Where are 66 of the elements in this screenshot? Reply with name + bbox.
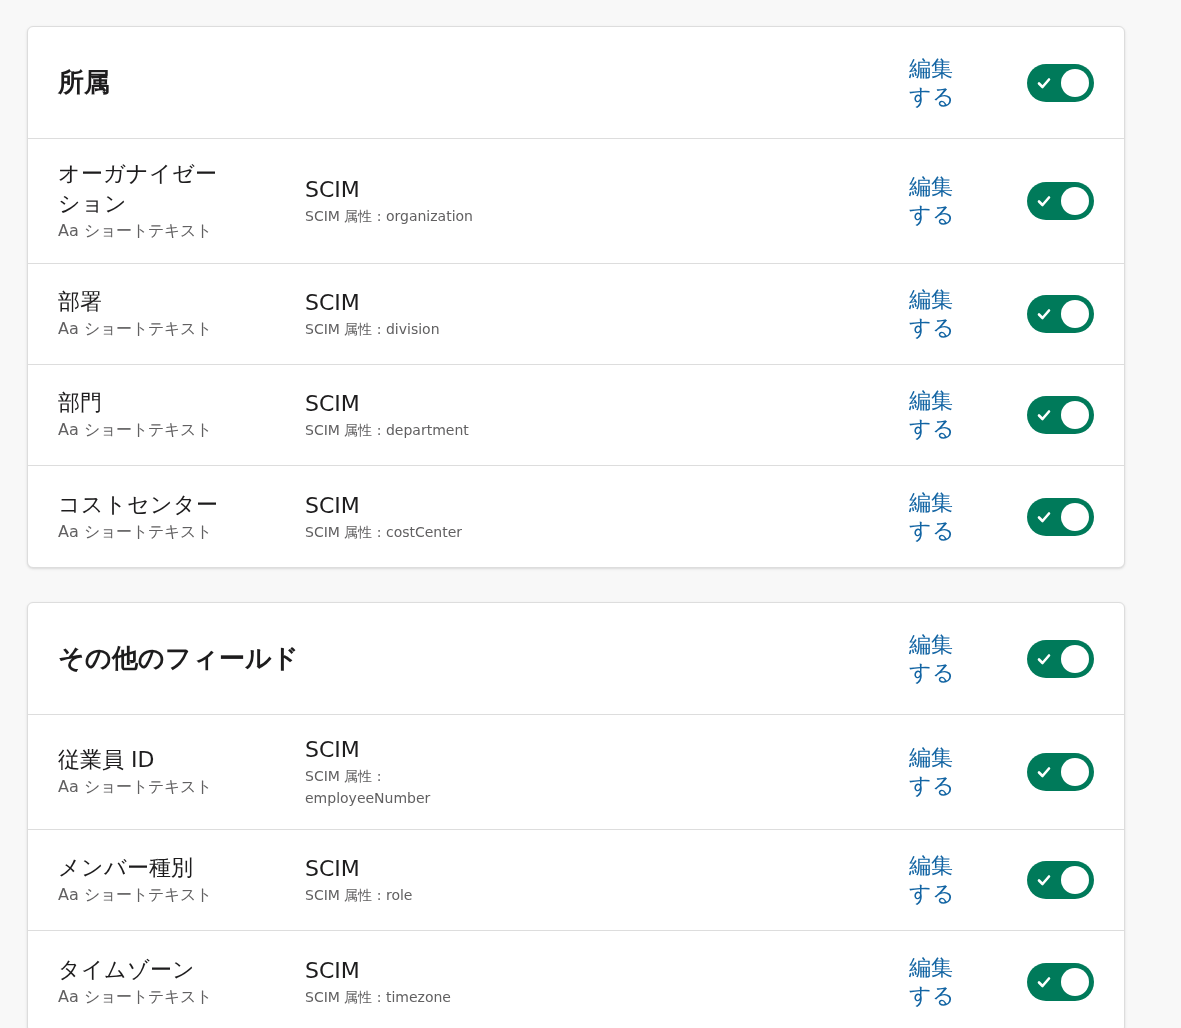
toggle-knob [1061,68,1089,97]
toggle-knob [1061,866,1089,894]
toggle-knob [1061,502,1089,531]
toggle-knob [1061,644,1089,673]
field-name: コストセンター [58,490,219,519]
attribute-label: SCIM 属性 : department [305,421,470,440]
toggle-knob [1061,401,1089,429]
toggle-switch[interactable] [1027,753,1094,791]
edit-link[interactable]: 編集する [909,744,957,800]
source-label: SCIM [305,176,361,204]
field-name: オーガナイゼーション [58,160,218,218]
edit-link[interactable]: 編集する [909,488,957,545]
check-icon [1037,874,1051,886]
field-type-label: Aa ショートテキスト [58,776,213,798]
section-title: 所属 [58,66,111,99]
field-name: 部門 [58,389,103,417]
toggle-switch[interactable] [1027,396,1094,434]
field-name: 従業員 ID [58,746,156,774]
field-name: タイムゾーン [58,955,196,984]
source-label: SCIM [305,855,361,883]
toggle-switch[interactable] [1027,639,1094,678]
toggle-knob [1061,758,1089,786]
check-icon [1037,652,1051,665]
field-type-label: Aa ショートテキスト [58,985,213,1008]
check-icon [1037,510,1051,523]
edit-link[interactable]: 編集する [909,54,957,111]
attribute-label: SCIM 属性 : costCenter [305,522,464,542]
edit-link[interactable]: 編集する [909,953,957,1010]
attribute-label: SCIM 属性 : division [305,320,441,339]
edit-link[interactable]: 編集する [909,286,957,342]
check-icon [1037,308,1051,320]
source-label: SCIM [305,491,361,520]
source-label: SCIM [305,289,361,317]
toggle-knob [1061,187,1089,215]
attribute-label: SCIM 属性 : employeeNumber [305,767,432,808]
field-name: メンバー種別 [58,854,194,882]
section-title: その他のフィールド [58,642,300,675]
source-label: SCIM [305,736,361,764]
edit-link[interactable]: 編集する [909,173,957,229]
toggle-switch[interactable] [1027,861,1094,899]
source-label: SCIM [305,956,361,985]
edit-link[interactable]: 編集する [909,387,957,443]
toggle-knob [1061,967,1089,996]
toggle-switch[interactable] [1027,182,1094,220]
field-type-label: Aa ショートテキスト [58,318,213,340]
field-type-label: Aa ショートテキスト [58,520,213,543]
toggle-switch[interactable] [1027,497,1094,536]
field-type-label: Aa ショートテキスト [58,419,213,441]
attribute-label: SCIM 属性 : organization [305,207,474,226]
toggle-switch[interactable] [1027,962,1094,1001]
toggle-switch[interactable] [1027,63,1094,102]
edit-link[interactable]: 編集する [909,852,957,908]
field-type-label: Aa ショートテキスト [58,220,213,242]
toggle-switch[interactable] [1027,295,1094,333]
field-name: 部署 [58,288,103,316]
check-icon [1037,766,1051,778]
edit-link[interactable]: 編集する [909,630,957,687]
field-type-label: Aa ショートテキスト [58,884,213,906]
attribute-label: SCIM 属性 : timezone [305,987,452,1007]
check-icon [1037,195,1051,207]
check-icon [1037,76,1051,89]
check-icon [1037,975,1051,988]
attribute-label: SCIM 属性 : role [305,886,414,905]
check-icon [1037,409,1051,421]
toggle-knob [1061,300,1089,328]
source-label: SCIM [305,390,361,418]
